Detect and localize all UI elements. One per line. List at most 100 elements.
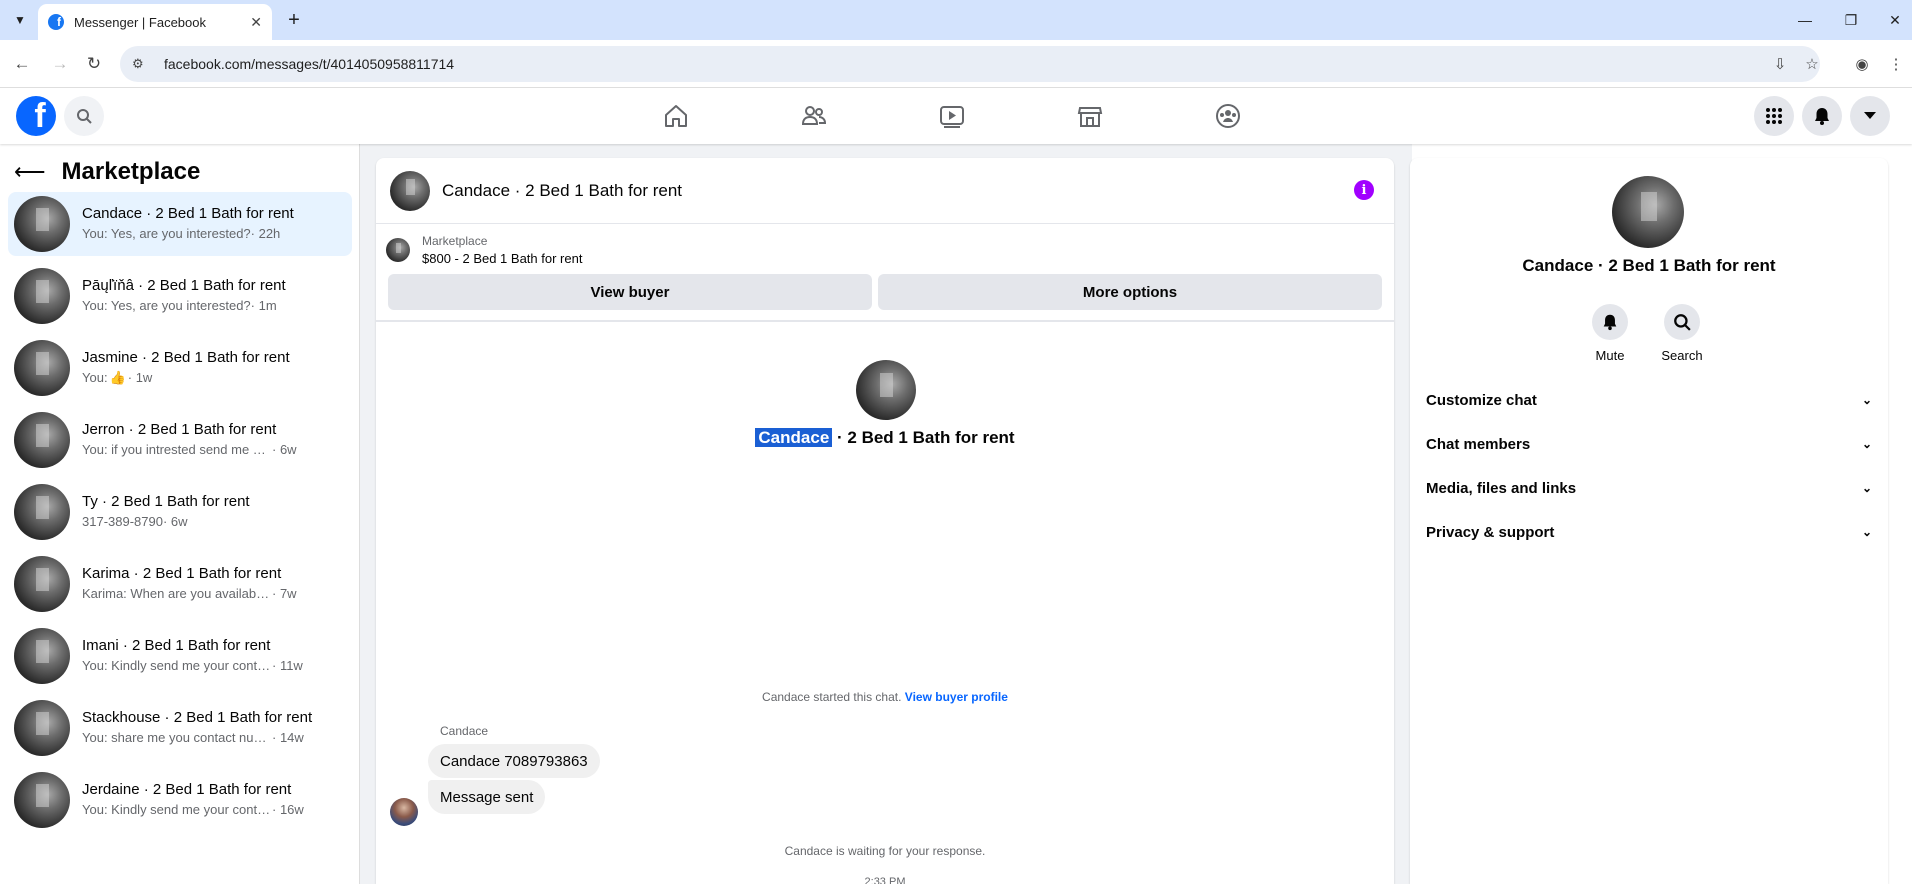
close-tab-icon[interactable]: ✕ bbox=[250, 14, 262, 31]
conversation-preview: You: Kindly send me your contact number bbox=[82, 802, 272, 817]
chat-members-section[interactable]: Chat members ⌄ bbox=[1426, 426, 1872, 462]
listing-title: $800 - 2 Bed 1 Bath for rent bbox=[422, 251, 583, 266]
chat-title[interactable]: Candace · 2 Bed 1 Bath for rent bbox=[442, 181, 682, 201]
conversation-item[interactable]: Jasmine · 2 Bed 1 Bath for rent You: 👍 · 1… bbox=[8, 336, 352, 400]
conversation-sidebar: ⟵ Marketplace Candace · 2 Bed 1 Bath for… bbox=[0, 144, 360, 884]
conversation-preview: 317-389-8790 bbox=[82, 514, 163, 529]
home-icon[interactable] bbox=[620, 92, 732, 140]
account-dropdown-icon[interactable] bbox=[1850, 96, 1890, 136]
customize-chat-section[interactable]: Customize chat ⌄ bbox=[1426, 382, 1872, 418]
menu-grid-icon[interactable] bbox=[1754, 96, 1794, 136]
profile-icon[interactable]: ◉ bbox=[1850, 52, 1874, 76]
chat-header-avatar[interactable] bbox=[390, 170, 430, 211]
back-icon[interactable]: ← bbox=[10, 52, 34, 76]
conversation-name: Karima · 2 Bed 1 Bath for rent bbox=[82, 565, 282, 582]
conversation-name: Stackhouse · 2 Bed 1 Bath for rent bbox=[82, 709, 313, 726]
conversation-preview: Karima: When are you available for showi… bbox=[82, 586, 272, 601]
conversation-item[interactable]: Jerron · 2 Bed 1 Bath for rent You: if y… bbox=[8, 408, 352, 472]
conversation-name: Ty · 2 Bed 1 Bath for rent bbox=[82, 493, 250, 510]
page-scrollbar[interactable] bbox=[1896, 144, 1912, 884]
details-avatar bbox=[1612, 176, 1684, 248]
browser-toolbar: ← → ↻ ⚙ facebook.com/messages/t/40140509… bbox=[0, 40, 1912, 88]
back-arrow-icon[interactable]: ⟵ bbox=[14, 159, 46, 185]
mute-label: Mute bbox=[1595, 348, 1625, 363]
started-text: Candace started this chat. bbox=[762, 690, 902, 704]
site-info-icon[interactable]: ⚙ bbox=[132, 56, 148, 72]
conversation-name: Jasmine · 2 Bed 1 Bath for rent bbox=[82, 349, 290, 366]
mute-button[interactable]: Mute bbox=[1580, 304, 1640, 363]
view-buyer-profile-link[interactable]: View buyer profile bbox=[905, 690, 1008, 704]
tab-title: Messenger | Facebook bbox=[74, 14, 206, 30]
listing-avatar bbox=[14, 412, 70, 468]
message-bubble[interactable]: Candace 7089793863 bbox=[428, 744, 600, 778]
chat-details-panel: Candace · 2 Bed 1 Bath for rent Mute Sea… bbox=[1410, 158, 1888, 884]
conversation-item[interactable]: Stackhouse · 2 Bed 1 Bath for rent You: … bbox=[8, 696, 352, 760]
facebook-logo-icon[interactable]: f bbox=[16, 96, 56, 136]
close-window-button[interactable]: ✕ bbox=[1880, 6, 1910, 34]
chevron-down-icon: ⌄ bbox=[1861, 481, 1872, 495]
section-label: Chat members bbox=[1426, 435, 1531, 453]
tab-search-icon[interactable]: ▼ bbox=[8, 8, 32, 32]
conversation-time: · 1m bbox=[250, 298, 277, 313]
listing-avatar bbox=[14, 484, 70, 540]
browser-tab[interactable]: f Messenger | Facebook ✕ bbox=[38, 4, 272, 40]
section-label: Media, files and links bbox=[1426, 479, 1577, 497]
conversation-preview: You: bbox=[82, 370, 108, 385]
chevron-down-icon: ⌄ bbox=[1861, 393, 1872, 407]
conversation-time: · 16w bbox=[272, 802, 304, 817]
conversation-item[interactable]: Candace · 2 Bed 1 Bath for rent You: Yes… bbox=[8, 192, 352, 256]
details-name: Candace · 2 Bed 1 Bath for rent bbox=[1522, 256, 1776, 275]
conversation-time: · 6w bbox=[272, 442, 297, 457]
waiting-notice: Candace is waiting for your response. bbox=[784, 844, 986, 858]
forward-icon[interactable]: → bbox=[48, 52, 72, 76]
listing-avatar bbox=[14, 268, 70, 324]
reload-icon[interactable]: ↻ bbox=[82, 52, 106, 76]
marketplace-icon[interactable] bbox=[1034, 92, 1146, 140]
message-bubble[interactable]: Message sent bbox=[428, 780, 546, 814]
search-chat-button[interactable]: Search bbox=[1652, 304, 1712, 363]
sender-name: Candace bbox=[440, 724, 489, 738]
chat-profile-name-rest: · 2 Bed 1 Bath for rent bbox=[832, 428, 1015, 447]
conversation-item[interactable]: Ty · 2 Bed 1 Bath for rent 317-389-8790 ·… bbox=[8, 480, 352, 544]
new-tab-button[interactable]: + bbox=[282, 8, 306, 32]
conversation-time: · 22h bbox=[250, 226, 281, 241]
listing-avatar bbox=[14, 700, 70, 756]
groups-icon[interactable] bbox=[1172, 92, 1284, 140]
search-icon[interactable] bbox=[64, 96, 104, 136]
conversation-item[interactable]: Pāųľïňâ · 2 Bed 1 Bath for rent You: Yes… bbox=[8, 264, 352, 328]
info-icon[interactable]: i bbox=[1354, 180, 1374, 200]
conversation-time: · 11w bbox=[272, 658, 303, 673]
privacy-support-section[interactable]: Privacy & support ⌄ bbox=[1426, 514, 1872, 550]
conversation-time: · 6w bbox=[162, 514, 188, 529]
listing-avatar bbox=[14, 556, 70, 612]
address-bar[interactable]: ⚙ facebook.com/messages/t/40140509588117… bbox=[120, 46, 1820, 82]
conversation-name: Pāųľïňâ · 2 Bed 1 Bath for rent bbox=[82, 277, 286, 294]
more-options-button[interactable]: More options bbox=[878, 274, 1382, 310]
search-icon bbox=[1664, 304, 1700, 340]
conversation-item[interactable]: Karima · 2 Bed 1 Bath for rent Karima: W… bbox=[8, 552, 352, 616]
restore-button[interactable]: ❐ bbox=[1836, 6, 1866, 34]
conversation-item[interactable]: Jerdaine · 2 Bed 1 Bath for rent You: Ki… bbox=[8, 768, 352, 832]
search-label: Search bbox=[1661, 348, 1703, 363]
section-label: Privacy & support bbox=[1426, 523, 1555, 541]
media-files-links-section[interactable]: Media, files and links ⌄ bbox=[1426, 470, 1872, 506]
notifications-bell-icon[interactable] bbox=[1802, 96, 1842, 136]
conversation-item[interactable]: Imani · 2 Bed 1 Bath for rent You: Kindl… bbox=[8, 624, 352, 688]
browser-menu-icon[interactable]: ⋮ bbox=[1884, 52, 1908, 76]
chat-panel: Candace · 2 Bed 1 Bath for rent i Market… bbox=[376, 158, 1394, 884]
install-app-icon[interactable]: ⇩ bbox=[1768, 52, 1792, 76]
view-buyer-button[interactable]: View buyer bbox=[388, 274, 872, 310]
listing-avatar bbox=[14, 628, 70, 684]
video-icon[interactable] bbox=[896, 92, 1008, 140]
chevron-down-icon: ⌄ bbox=[1861, 437, 1872, 451]
chat-profile-avatar bbox=[856, 360, 916, 420]
friends-icon[interactable] bbox=[758, 92, 870, 140]
bookmark-star-icon[interactable]: ☆ bbox=[1800, 52, 1824, 76]
sidebar-header: ⟵ Marketplace bbox=[14, 158, 200, 186]
conversation-name: Jerron · 2 Bed 1 Bath for rent bbox=[82, 421, 277, 438]
chat-header: Candace · 2 Bed 1 Bath for rent i bbox=[376, 158, 1394, 224]
listing-thumbnail bbox=[386, 238, 410, 262]
selected-name-text: Candace bbox=[755, 428, 833, 447]
chat-profile-name: Candace · 2 Bed 1 Bath for rent bbox=[376, 428, 1394, 448]
minimize-button[interactable]: — bbox=[1790, 6, 1820, 34]
